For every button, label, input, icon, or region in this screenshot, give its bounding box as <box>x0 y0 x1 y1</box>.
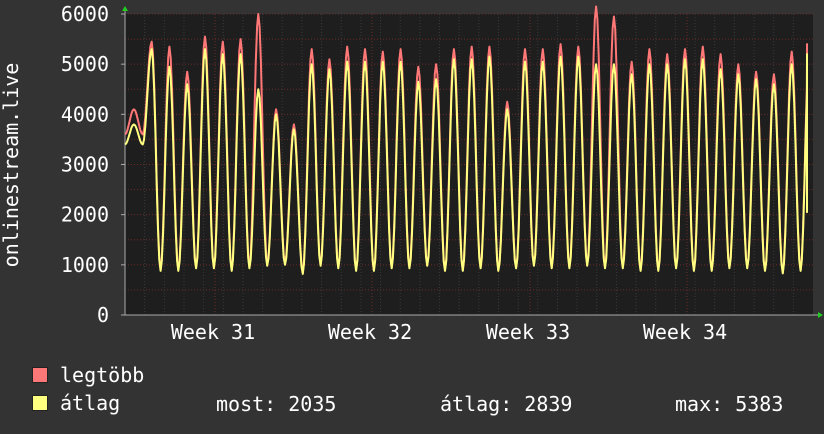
y-tick-label: 6000 <box>61 2 109 26</box>
y-tick-label: 3000 <box>61 153 109 177</box>
stat-average: átlag: 2839 <box>440 392 573 416</box>
y-tick-label: 5000 <box>61 52 109 76</box>
y-tick-label: 2000 <box>61 203 109 227</box>
x-axis-arrow <box>818 312 823 318</box>
stat-maximum: max: 5383 <box>675 392 784 416</box>
y-axis-title: onlinestream.live <box>0 63 23 268</box>
y-tick-label: 1000 <box>61 253 109 277</box>
y-tick-label: 0 <box>97 303 109 327</box>
x-tick-label: Week 32 <box>328 320 412 344</box>
legend-item-avg: átlag <box>32 391 121 415</box>
legend-swatch-avg <box>32 395 48 411</box>
x-tick-label: Week 31 <box>171 320 255 344</box>
y-axis-arrow <box>122 6 128 11</box>
legend-item-max: legtöbb <box>32 363 145 387</box>
x-tick-label: Week 33 <box>486 320 570 344</box>
x-tick-label: Week 34 <box>643 320 727 344</box>
legend-swatch-max <box>32 367 48 383</box>
y-tick-label: 4000 <box>61 102 109 126</box>
legend-label-max: legtöbb <box>60 363 145 387</box>
legend-label-avg: átlag <box>60 391 121 415</box>
stat-now: most: 2035 <box>216 392 337 416</box>
